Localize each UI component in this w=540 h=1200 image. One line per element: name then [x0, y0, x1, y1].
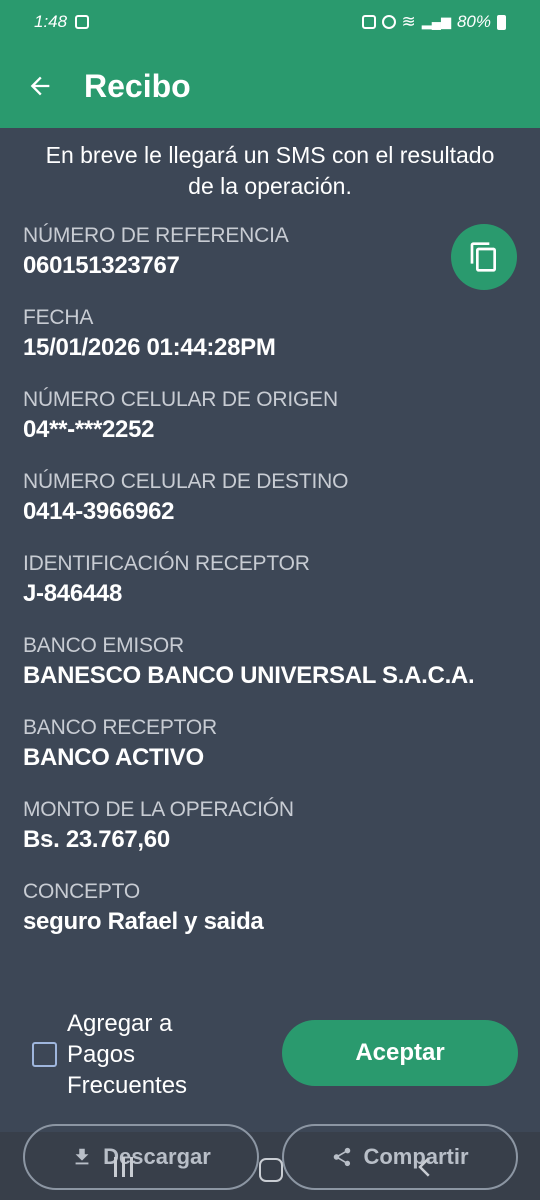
field-destination-phone: NÚMERO CELULAR DE DESTINO 0414-3966962 — [23, 468, 523, 550]
field-label: NÚMERO CELULAR DE DESTINO — [23, 470, 349, 493]
nav-back-button[interactable] — [410, 1152, 440, 1182]
field-label: IDENTIFICACIÓN RECEPTOR — [23, 552, 310, 575]
field-origin-phone: NÚMERO CELULAR DE ORIGEN 04**-***2252 — [23, 386, 523, 468]
frequent-payments-option: Agregar a Pagos Frecuentes — [32, 1008, 227, 1101]
download-icon — [75, 1148, 89, 1165]
copy-reference-button[interactable] — [451, 224, 517, 290]
field-value: 0414-3966962 — [23, 498, 175, 525]
battery-saver-icon — [361, 15, 376, 29]
field-receiving-bank: BANCO RECEPTOR BANCO ACTIVO — [23, 714, 523, 796]
field-issuing-bank: BANCO EMISOR BANESCO BANCO UNIVERSAL S.A… — [23, 632, 523, 714]
field-receiver-id: IDENTIFICACIÓN RECEPTOR J-846448 — [23, 550, 523, 632]
battery-icon — [497, 14, 506, 30]
wifi-icon: ≋ — [401, 12, 416, 31]
sms-notice: En breve le llegará un SMS con el result… — [45, 142, 495, 199]
page-title: Recibo — [84, 67, 191, 104]
app-bar: Recibo — [0, 44, 540, 128]
signal-icon: ▂▄▆ — [421, 14, 451, 29]
field-value: Bs. 23.767,60 — [23, 826, 170, 853]
field-value: 15/01/2026 01:44:28PM — [23, 334, 276, 361]
arrow-left-icon — [30, 76, 50, 96]
nav-recent-apps-button[interactable] — [108, 1152, 138, 1182]
field-value: 060151323767 — [23, 252, 180, 279]
field-value: seguro Rafael y saida — [23, 908, 264, 935]
field-label: BANCO RECEPTOR — [23, 716, 218, 739]
field-label: FECHA — [23, 306, 94, 329]
accept-button[interactable]: Aceptar — [282, 1020, 518, 1086]
frequent-payments-label: Agregar a Pagos Frecuentes — [67, 1010, 188, 1099]
back-button[interactable] — [24, 70, 56, 102]
share-button[interactable]: Compartir — [282, 1124, 518, 1190]
field-date: FECHA 15/01/2026 01:44:28PM — [23, 304, 523, 386]
field-amount: MONTO DE LA OPERACIÓN Bs. 23.767,60 — [23, 796, 523, 878]
frequent-payments-checkbox[interactable] — [32, 1042, 57, 1067]
status-time: 1:48 — [34, 12, 68, 31]
field-label: NÚMERO DE REFERENCIA — [23, 224, 289, 247]
battery-percent: 80% — [456, 12, 491, 31]
share-icon — [334, 1147, 351, 1167]
field-label: BANCO EMISOR — [23, 634, 184, 657]
download-button[interactable]: Descargar — [23, 1124, 259, 1190]
status-bar: 1:48 ≋ ▂▄▆ 80% — [0, 0, 540, 44]
field-label: MONTO DE LA OPERACIÓN — [23, 798, 294, 821]
field-value: 04**-***2252 — [23, 416, 155, 443]
chevron-left-icon — [418, 1157, 430, 1177]
nav-home-button[interactable] — [259, 1158, 283, 1182]
field-label: CONCEPTO — [23, 880, 141, 903]
field-label: NÚMERO CELULAR DE ORIGEN — [23, 388, 338, 411]
field-value: BANCO ACTIVO — [23, 744, 204, 771]
copy-icon — [470, 242, 496, 272]
field-value: J-846448 — [23, 580, 123, 607]
alarm-icon — [381, 15, 396, 29]
field-reference-number: NÚMERO DE REFERENCIA 060151323767 — [23, 222, 523, 304]
field-value: BANESCO BANCO UNIVERSAL S.A.C.A. — [23, 662, 475, 689]
field-concept: CONCEPTO seguro Rafael y saida — [23, 878, 523, 960]
receipt-details: NÚMERO DE REFERENCIA 060151323767 FECHA … — [23, 222, 523, 960]
gallery-notification-icon — [75, 15, 90, 29]
